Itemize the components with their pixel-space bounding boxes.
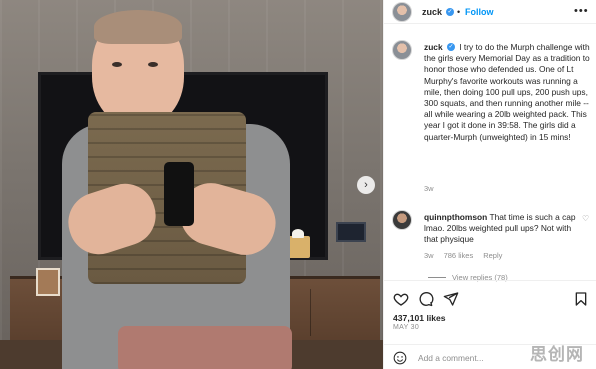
more-options-icon[interactable]: ••• [574, 5, 589, 17]
commenter-avatar[interactable] [392, 210, 412, 230]
post-photo[interactable]: › [0, 0, 383, 369]
paper-plane-icon[interactable] [443, 291, 459, 307]
caption-username[interactable]: zuck [424, 42, 443, 52]
watermark-logo: 思创网 [530, 345, 584, 365]
comment-username[interactable]: quinnpthomson [424, 212, 487, 222]
bookmark-icon[interactable] [573, 291, 589, 307]
like-count[interactable]: 437,101 likes [393, 313, 446, 323]
caption-author-avatar[interactable] [392, 40, 412, 60]
post-side-panel: zuck ✓ • Follow ••• zuck ✓ I try to do t… [383, 0, 596, 369]
comment-like-icon[interactable]: ♡ [582, 214, 589, 223]
verified-badge-icon: ✓ [446, 8, 454, 16]
post-caption: zuck ✓ I try to do the Murph challenge w… [424, 42, 592, 143]
post-header: zuck ✓ • Follow ••• [384, 0, 596, 24]
emoji-icon[interactable] [393, 351, 407, 365]
post-date: MAY 30 [393, 324, 420, 331]
follow-button[interactable]: Follow [465, 7, 494, 17]
verified-badge-icon: ✓ [446, 42, 455, 51]
author-username[interactable]: zuck [422, 7, 442, 17]
person-in-weighted-vest [0, 0, 383, 369]
header-separator: • [457, 7, 461, 17]
replies-dash [428, 277, 446, 278]
comment-timestamp: 3w [424, 251, 434, 260]
comment: quinnpthomson That time is such a cap lm… [424, 212, 584, 246]
author-avatar[interactable] [392, 2, 412, 22]
next-image-button[interactable]: › [357, 176, 375, 194]
comment-bubble-icon[interactable] [418, 291, 434, 307]
chevron-right-icon: › [364, 179, 368, 191]
comment-reply-button[interactable]: Reply [483, 251, 502, 260]
caption-text: I try to do the Murph challenge with the… [424, 42, 590, 142]
comment-meta: 3w 786 likes Reply [424, 251, 502, 260]
heart-icon[interactable] [393, 291, 409, 307]
phone [164, 162, 194, 226]
comment-like-count[interactable]: 786 likes [444, 251, 474, 260]
caption-timestamp: 3w [424, 184, 434, 193]
